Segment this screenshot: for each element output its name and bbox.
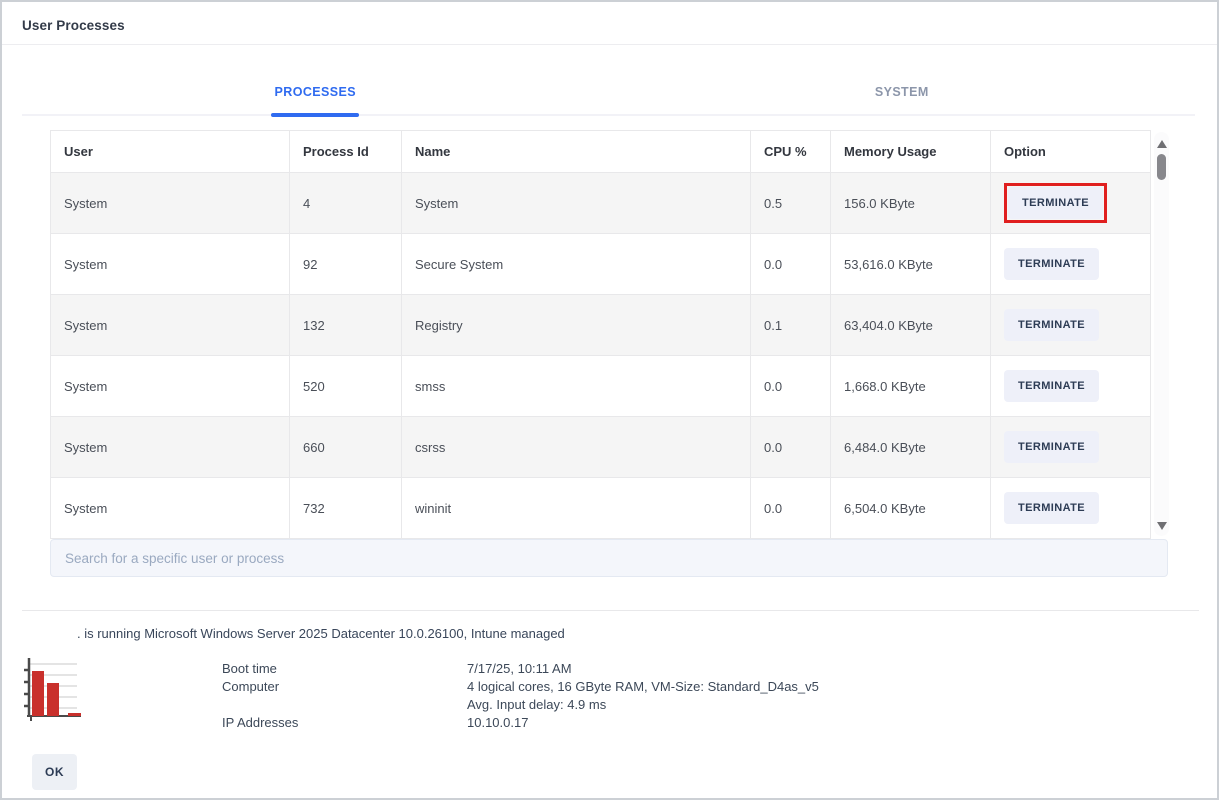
terminate-button[interactable]: TERMINATE (1004, 492, 1099, 524)
cell-cpu: 0.0 (751, 234, 831, 295)
bar-chart-icon (15, 654, 83, 724)
terminate-highlight-box: TERMINATE (1004, 183, 1107, 223)
info-value: 10.10.0.17 (467, 714, 528, 732)
cell-cpu: 0.0 (751, 417, 831, 478)
system-info-grid: Boot time 7/17/25, 10:11 AM Computer 4 l… (222, 660, 819, 732)
table-row: System 4 System 0.5 156.0 KByte TERMINAT… (51, 173, 1151, 234)
info-label (222, 696, 467, 714)
terminate-button[interactable]: TERMINATE (1008, 187, 1103, 219)
cell-user: System (51, 295, 290, 356)
cell-user: System (51, 478, 290, 539)
tab-bar: PROCESSES SYSTEM (22, 70, 1195, 116)
system-status-line: . is running Microsoft Windows Server 20… (77, 626, 565, 641)
cell-process-id: 732 (290, 478, 402, 539)
cell-process-id: 660 (290, 417, 402, 478)
cell-name: System (402, 173, 751, 234)
cell-name: wininit (402, 478, 751, 539)
scrollbar-thumb[interactable] (1157, 154, 1166, 180)
footer-divider (22, 610, 1199, 611)
info-value: 7/17/25, 10:11 AM (467, 660, 572, 678)
info-label: Computer (222, 678, 467, 696)
active-tab-indicator (271, 113, 359, 117)
column-header-memory: Memory Usage (831, 131, 991, 173)
column-header-cpu: CPU % (751, 131, 831, 173)
cell-user: System (51, 417, 290, 478)
info-row: Avg. Input delay: 4.9 ms (222, 696, 819, 714)
cell-name: csrss (402, 417, 751, 478)
info-label: Boot time (222, 660, 467, 678)
cell-cpu: 0.1 (751, 295, 831, 356)
terminate-button[interactable]: TERMINATE (1004, 309, 1099, 341)
process-table: User Process Id Name CPU % Memory Usage … (50, 130, 1151, 539)
page-title: User Processes (22, 18, 125, 33)
column-header-option: Option (991, 131, 1151, 173)
cell-process-id: 92 (290, 234, 402, 295)
cell-user: System (51, 173, 290, 234)
terminate-button[interactable]: TERMINATE (1004, 248, 1099, 280)
info-value: 4 logical cores, 16 GByte RAM, VM-Size: … (467, 678, 819, 696)
ok-button[interactable]: OK (32, 754, 77, 790)
cell-name: Secure System (402, 234, 751, 295)
column-header-name: Name (402, 131, 751, 173)
info-value: Avg. Input delay: 4.9 ms (467, 696, 606, 714)
table-row: System 132 Registry 0.1 63,404.0 KByte T… (51, 295, 1151, 356)
info-row: Computer 4 logical cores, 16 GByte RAM, … (222, 678, 819, 696)
cell-memory: 6,504.0 KByte (831, 478, 991, 539)
tab-system-label: SYSTEM (875, 85, 929, 99)
cell-process-id: 520 (290, 356, 402, 417)
scroll-down-arrow-icon[interactable] (1157, 522, 1167, 530)
cell-memory: 6,484.0 KByte (831, 417, 991, 478)
table-scrollbar[interactable] (1154, 132, 1169, 536)
table-row: System 92 Secure System 0.0 53,616.0 KBy… (51, 234, 1151, 295)
cell-user: System (51, 356, 290, 417)
user-processes-panel: User Processes PROCESSES SYSTEM User Pro… (0, 0, 1219, 800)
info-row: Boot time 7/17/25, 10:11 AM (222, 660, 819, 678)
table-row: System 520 smss 0.0 1,668.0 KByte TERMIN… (51, 356, 1151, 417)
cell-user: System (51, 234, 290, 295)
cell-name: Registry (402, 295, 751, 356)
tab-system[interactable]: SYSTEM (609, 70, 1196, 114)
table-row: System 732 wininit 0.0 6,504.0 KByte TER… (51, 478, 1151, 539)
search-input[interactable] (50, 539, 1168, 577)
cell-cpu: 0.0 (751, 356, 831, 417)
tab-processes[interactable]: PROCESSES (22, 70, 609, 114)
cell-memory: 1,668.0 KByte (831, 356, 991, 417)
info-label: IP Addresses (222, 714, 467, 732)
cell-memory: 156.0 KByte (831, 173, 991, 234)
table-row: System 660 csrss 0.0 6,484.0 KByte TERMI… (51, 417, 1151, 478)
title-divider (2, 44, 1217, 45)
cell-memory: 53,616.0 KByte (831, 234, 991, 295)
cell-cpu: 0.0 (751, 478, 831, 539)
terminate-button[interactable]: TERMINATE (1004, 431, 1099, 463)
terminate-button[interactable]: TERMINATE (1004, 370, 1099, 402)
scroll-up-arrow-icon[interactable] (1157, 140, 1167, 148)
info-row: IP Addresses 10.10.0.17 (222, 714, 819, 732)
column-header-user: User (51, 131, 290, 173)
table-header-row: User Process Id Name CPU % Memory Usage … (51, 131, 1151, 173)
cell-process-id: 132 (290, 295, 402, 356)
tab-processes-label: PROCESSES (275, 85, 356, 99)
cell-cpu: 0.5 (751, 173, 831, 234)
cell-memory: 63,404.0 KByte (831, 295, 991, 356)
cell-process-id: 4 (290, 173, 402, 234)
cell-name: smss (402, 356, 751, 417)
column-header-process-id: Process Id (290, 131, 402, 173)
